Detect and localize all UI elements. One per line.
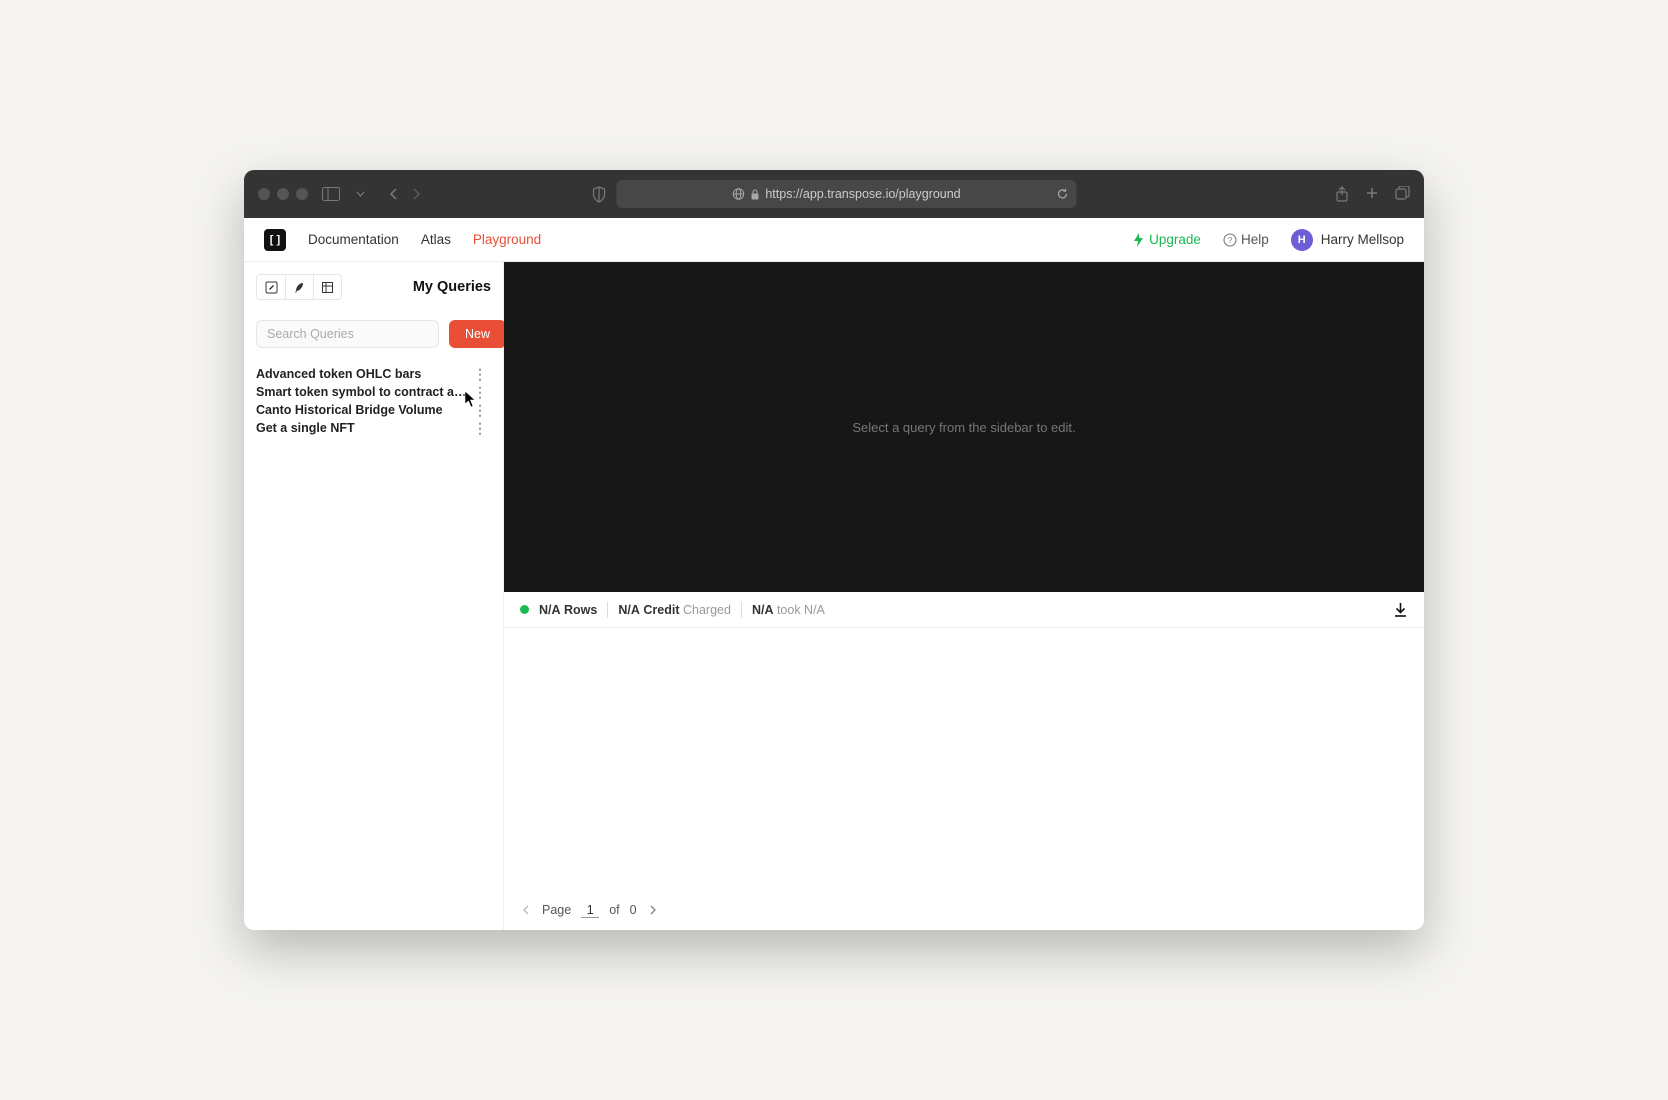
- upgrade-label: Upgrade: [1149, 232, 1201, 247]
- credit-suffix: Charged: [683, 603, 731, 617]
- editor-placeholder: Select a query from the sidebar to edit.: [852, 420, 1075, 435]
- divider: [607, 602, 608, 618]
- more-icon[interactable]: ⋮: [469, 385, 491, 399]
- query-item[interactable]: Get a single NFT ⋮: [256, 420, 491, 436]
- search-input[interactable]: [256, 320, 439, 348]
- chevron-down-icon[interactable]: [356, 191, 365, 197]
- avatar: H: [1291, 229, 1313, 251]
- status-rows: N/A Rows: [539, 603, 597, 617]
- status-time: N/A took N/A: [752, 603, 825, 617]
- query-item-label: Advanced token OHLC bars: [256, 367, 469, 381]
- share-icon[interactable]: [1335, 186, 1349, 203]
- status-credit: N/A Credit Charged: [618, 603, 731, 617]
- lightning-icon: [1133, 233, 1144, 247]
- page-of: of: [609, 903, 619, 917]
- time-suffix: took N/A: [777, 603, 825, 617]
- query-item[interactable]: Advanced token OHLC bars ⋮: [256, 366, 491, 382]
- maximize-window-icon[interactable]: [296, 188, 308, 200]
- editor-panel: Select a query from the sidebar to edit.…: [504, 262, 1424, 930]
- divider: [741, 602, 742, 618]
- tab-schema[interactable]: [313, 275, 341, 299]
- traffic-lights: [258, 188, 308, 200]
- forward-button[interactable]: [412, 187, 421, 201]
- more-icon[interactable]: ⋮: [469, 367, 491, 381]
- more-icon[interactable]: ⋮: [469, 421, 491, 435]
- url-bar-container: https://app.transpose.io/playground: [592, 180, 1077, 208]
- user-name: Harry Mellsop: [1321, 232, 1404, 247]
- query-item-label: Get a single NFT: [256, 421, 469, 435]
- rows-label: Rows: [564, 603, 597, 617]
- pagination: Page of 0: [504, 890, 1424, 930]
- tabs-icon[interactable]: [1395, 186, 1410, 203]
- close-window-icon[interactable]: [258, 188, 270, 200]
- page-label: Page: [542, 903, 571, 917]
- page-prev-button[interactable]: [520, 904, 532, 916]
- browser-window: https://app.transpose.io/playground [ ] …: [244, 170, 1424, 930]
- query-item[interactable]: Canto Historical Bridge Volume ⋮: [256, 402, 491, 418]
- shield-icon[interactable]: [592, 186, 607, 203]
- sidebar-tabs: [256, 274, 342, 300]
- sidebar-title: My Queries: [413, 279, 491, 295]
- results-area: [504, 628, 1424, 890]
- download-icon[interactable]: [1393, 602, 1408, 618]
- sidebar: My Queries New Advanced token OHLC bars …: [244, 262, 504, 930]
- browser-titlebar: https://app.transpose.io/playground: [244, 170, 1424, 218]
- pencil-note-icon: [265, 281, 278, 294]
- upgrade-link[interactable]: Upgrade: [1133, 232, 1201, 247]
- help-icon: ?: [1223, 233, 1237, 247]
- tab-rocket[interactable]: [285, 275, 313, 299]
- credit-value: N/A: [618, 603, 640, 617]
- search-row: New: [256, 320, 491, 348]
- page-next-button[interactable]: [647, 904, 659, 916]
- sidebar-toggle-icon[interactable]: [322, 187, 342, 201]
- app-nav: [ ] Documentation Atlas Playground Upgra…: [244, 218, 1424, 262]
- query-item-label: Smart token symbol to contract addr…: [256, 385, 469, 399]
- titlebar-right: [1335, 186, 1410, 203]
- nav-playground[interactable]: Playground: [473, 232, 541, 247]
- url-bar[interactable]: https://app.transpose.io/playground: [617, 180, 1077, 208]
- more-icon[interactable]: ⋮: [469, 403, 491, 417]
- credit-label: Credit: [643, 603, 679, 617]
- status-dot-icon: [520, 605, 529, 614]
- rows-value: N/A: [539, 603, 561, 617]
- time-value: N/A: [752, 603, 774, 617]
- nav-documentation[interactable]: Documentation: [308, 232, 399, 247]
- nav-atlas[interactable]: Atlas: [421, 232, 451, 247]
- svg-text:?: ?: [1228, 236, 1233, 245]
- lock-icon: [750, 189, 759, 200]
- app-body: My Queries New Advanced token OHLC bars …: [244, 262, 1424, 930]
- url-text: https://app.transpose.io/playground: [765, 187, 960, 201]
- tab-queries[interactable]: [257, 275, 285, 299]
- minimize-window-icon[interactable]: [277, 188, 289, 200]
- help-link[interactable]: ? Help: [1223, 232, 1269, 247]
- user-menu[interactable]: H Harry Mellsop: [1291, 229, 1404, 251]
- back-button[interactable]: [389, 187, 398, 201]
- new-tab-icon[interactable]: [1365, 186, 1379, 203]
- query-item[interactable]: Smart token symbol to contract addr… ⋮: [256, 384, 491, 400]
- query-item-label: Canto Historical Bridge Volume: [256, 403, 469, 417]
- page-input[interactable]: [581, 903, 599, 918]
- refresh-icon[interactable]: [1057, 188, 1069, 200]
- rocket-icon: [293, 281, 306, 294]
- globe-icon: [732, 188, 744, 200]
- table-icon: [321, 281, 334, 294]
- new-query-button[interactable]: New: [449, 320, 506, 348]
- logo[interactable]: [ ]: [264, 229, 286, 251]
- help-label: Help: [1241, 232, 1269, 247]
- page-total: 0: [630, 903, 637, 917]
- status-bar: N/A Rows N/A Credit Charged N/A took N/A: [504, 592, 1424, 628]
- editor-area[interactable]: Select a query from the sidebar to edit.: [504, 262, 1424, 592]
- sidebar-header: My Queries: [256, 274, 491, 300]
- query-list: Advanced token OHLC bars ⋮ Smart token s…: [256, 366, 491, 436]
